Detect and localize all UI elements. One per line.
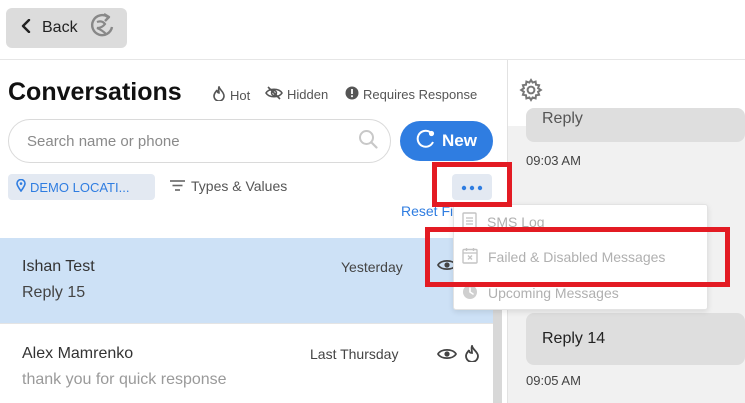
message-bubble: Reply 14 bbox=[526, 313, 745, 365]
back-button[interactable]: Back bbox=[6, 8, 127, 48]
page-title: Conversations bbox=[8, 78, 182, 106]
location-chip-label: DEMO LOCATI... bbox=[30, 179, 130, 195]
menu-item-upcoming-messages[interactable]: Upcoming Messages bbox=[462, 282, 619, 304]
location-filter-chip[interactable]: DEMO LOCATI... bbox=[8, 174, 155, 200]
more-options-button[interactable] bbox=[452, 174, 492, 200]
last-activity: Yesterday bbox=[341, 259, 403, 275]
menu-item-sms-log[interactable]: SMS Log bbox=[462, 211, 545, 233]
map-pin-icon bbox=[16, 178, 30, 195]
legend-hidden: Hidden bbox=[265, 86, 328, 103]
menu-item-failed-disabled-messages[interactable]: Failed & Disabled Messages bbox=[462, 246, 665, 268]
row-status-icons bbox=[436, 343, 479, 367]
contact-name: Alex Mamrenko bbox=[22, 345, 134, 362]
message-preview: thank you for quick response bbox=[22, 371, 227, 388]
document-icon bbox=[462, 211, 487, 233]
sync-logo-icon bbox=[88, 11, 116, 46]
flame-icon bbox=[465, 343, 479, 367]
legend-hot-label: Hot bbox=[230, 87, 251, 103]
search-icon[interactable] bbox=[358, 129, 378, 154]
new-conversation-button[interactable]: New bbox=[400, 121, 493, 161]
filter-lines-icon bbox=[170, 178, 191, 194]
legend-hidden-label: Hidden bbox=[287, 87, 329, 102]
ellipsis-icon bbox=[461, 178, 483, 196]
legend-hot: Hot bbox=[212, 84, 251, 104]
types-values-filter[interactable]: Types & Values bbox=[170, 178, 287, 194]
message-bubble: Reply bbox=[526, 108, 745, 142]
legend-requires-response-label: Requires Response bbox=[363, 87, 478, 102]
back-button-label: Back bbox=[42, 19, 78, 36]
menu-item-label: Failed & Disabled Messages bbox=[488, 249, 666, 265]
message-time: 09:05 AM bbox=[526, 373, 581, 388]
flame-icon bbox=[212, 84, 230, 104]
last-activity: Last Thursday bbox=[310, 346, 399, 362]
menu-item-label: Upcoming Messages bbox=[488, 285, 619, 301]
message-time: 09:03 AM bbox=[526, 153, 581, 168]
types-values-label: Types & Values bbox=[191, 178, 288, 194]
search-box[interactable] bbox=[8, 119, 391, 163]
calendar-x-icon bbox=[462, 247, 488, 267]
new-button-label: New bbox=[442, 131, 477, 150]
message-preview: Reply 15 bbox=[22, 284, 86, 301]
message-text: Reply bbox=[542, 110, 583, 127]
more-options-menu: SMS Log Failed & Disabled Messages Upcom… bbox=[453, 204, 708, 310]
search-input[interactable] bbox=[27, 132, 358, 150]
conversation-row[interactable]: Alex Mamrenko thank you for quick respon… bbox=[0, 325, 493, 403]
message-text: Reply 14 bbox=[542, 330, 606, 347]
clock-icon bbox=[462, 284, 488, 303]
menu-item-label: SMS Log bbox=[487, 214, 545, 230]
gear-icon[interactable] bbox=[519, 78, 543, 107]
legend-requires-response: Requires Response bbox=[345, 86, 477, 103]
contact-name: Ishan Test bbox=[22, 258, 95, 275]
alert-circle-icon bbox=[345, 86, 363, 103]
reset-filters-link[interactable]: Reset Fi bbox=[401, 203, 454, 219]
new-message-icon bbox=[416, 129, 442, 154]
eye-icon bbox=[436, 347, 458, 366]
chevron-left-icon bbox=[20, 18, 32, 38]
conversation-row[interactable]: Ishan Test Reply 15 Yesterday bbox=[0, 238, 493, 324]
eye-slash-icon bbox=[265, 86, 287, 103]
